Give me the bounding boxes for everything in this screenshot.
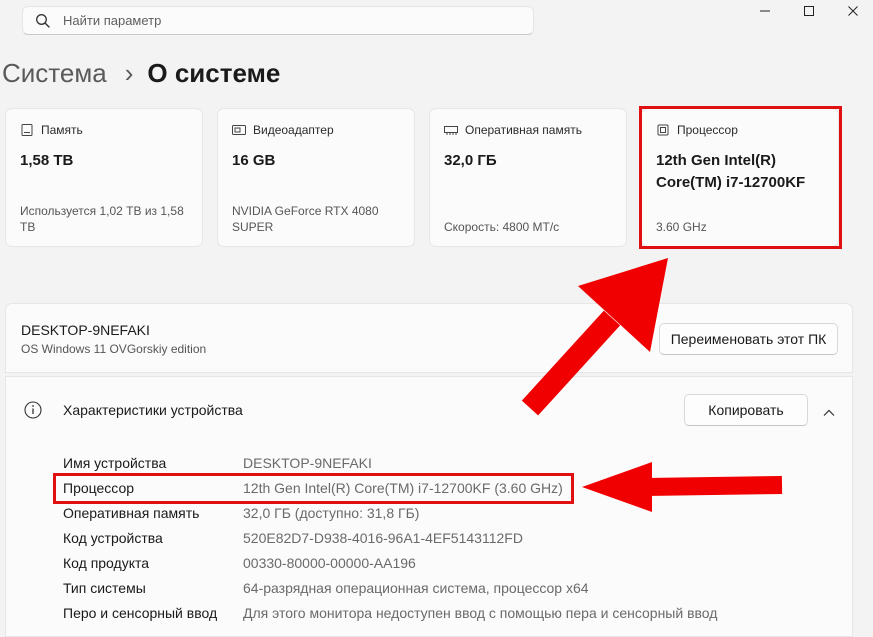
arrow-to-cpu-card <box>521 258 668 416</box>
arrow-to-processor-row <box>582 462 783 512</box>
annotation-arrows <box>521 258 783 512</box>
